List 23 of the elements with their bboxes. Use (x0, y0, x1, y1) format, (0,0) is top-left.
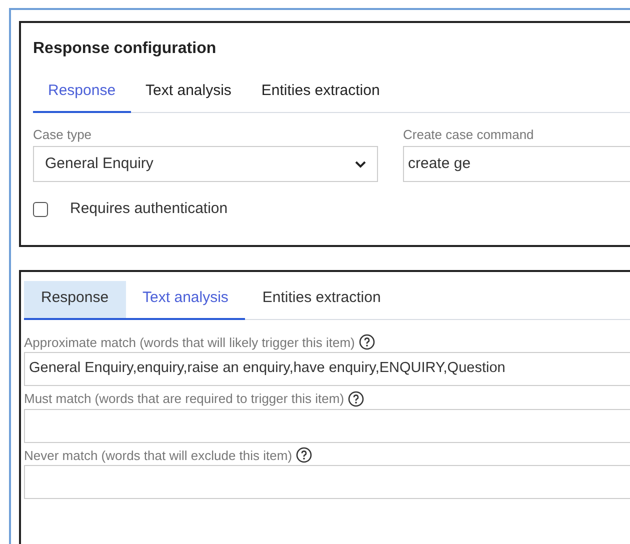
checkbox-label: Requires authentication (70, 199, 228, 219)
field-label: Never match (words that will exclude this item) (24, 446, 292, 465)
field-label: Create case command (403, 126, 535, 144)
field-label: Case type (33, 126, 93, 144)
text-field[interactable]: General Enquiry,enquiry,raise an enquiry,have enquiry,ENQUIRY,Question (24, 352, 630, 386)
text-field[interactable] (24, 408, 630, 442)
command-field[interactable]: create ge (403, 146, 630, 182)
checkbox[interactable] (33, 202, 48, 217)
tab[interactable]: Text analysis (126, 281, 246, 320)
chevron-icon (355, 160, 366, 168)
panel-title: Response configuration (33, 39, 218, 59)
help-icon[interactable] (348, 390, 364, 407)
tab[interactable]: Response (24, 281, 126, 320)
help-icon[interactable] (296, 447, 312, 464)
text-field[interactable] (24, 465, 630, 499)
field-label: Approximate match (words that will likely trigger this item) (24, 334, 355, 352)
tab[interactable]: Response (33, 80, 131, 112)
tab[interactable]: Entities extraction (245, 281, 398, 320)
tab[interactable]: Text analysis (130, 80, 246, 112)
tab[interactable]: Entities extraction (246, 80, 395, 112)
field-label: Must match (words that are required to trigger this item) (24, 390, 344, 408)
help-icon[interactable] (358, 334, 375, 350)
case-type-dropdown[interactable]: General Enquiry (33, 146, 378, 182)
